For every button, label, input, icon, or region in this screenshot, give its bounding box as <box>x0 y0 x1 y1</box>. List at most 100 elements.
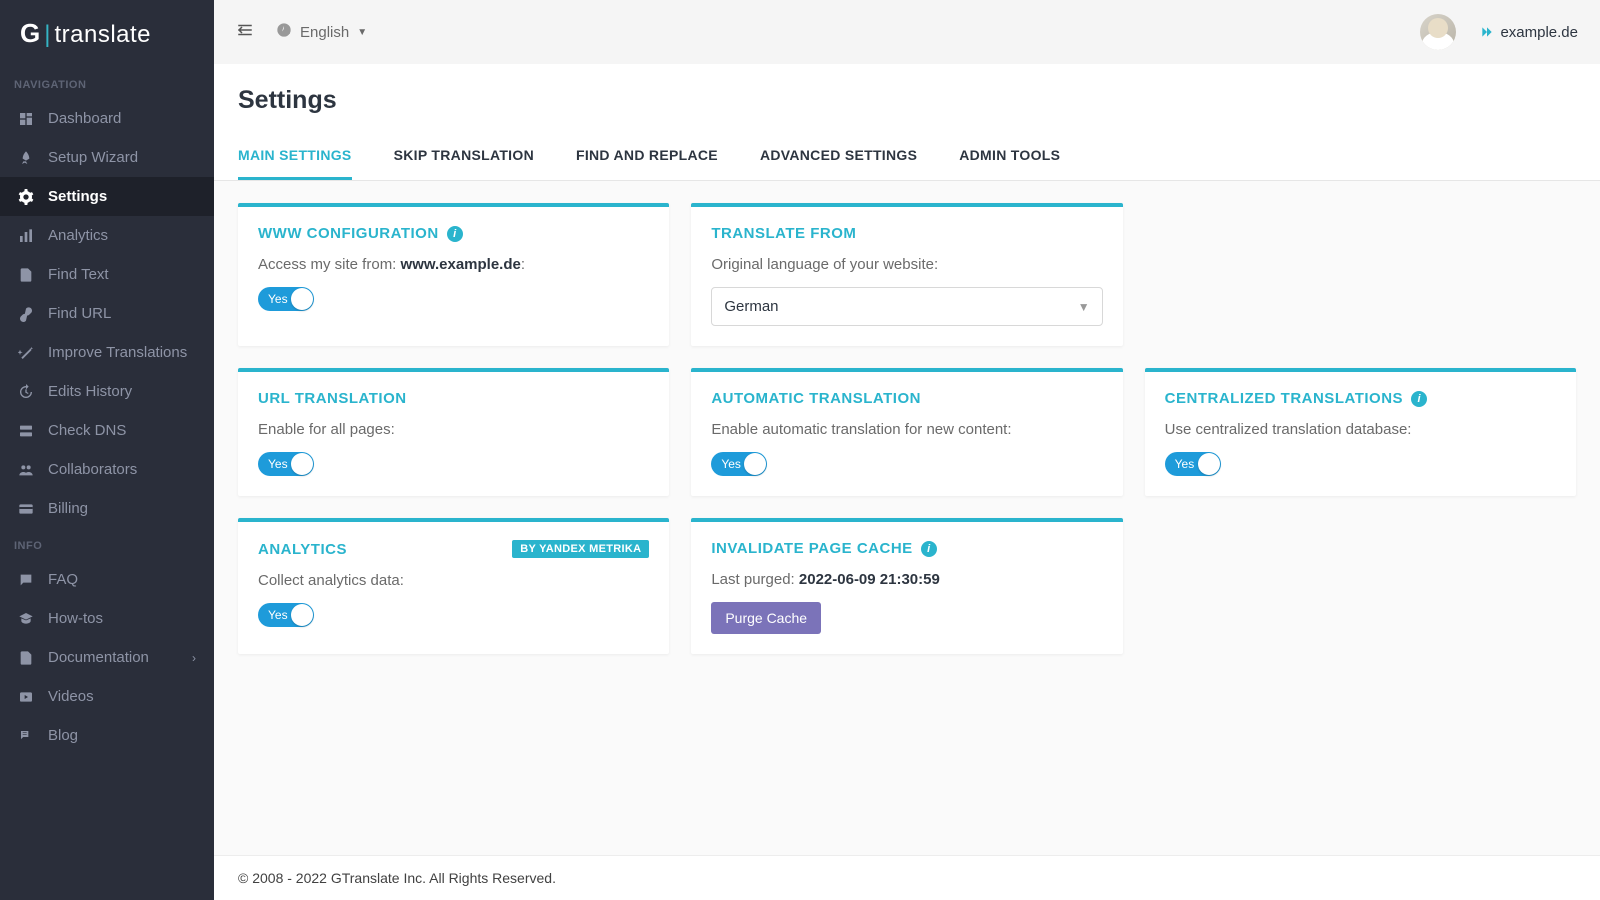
sidebar-item-videos[interactable]: Videos <box>0 677 214 716</box>
sidebar-item-label: Blog <box>48 727 78 744</box>
caret-down-icon: ▼ <box>1078 300 1090 314</box>
wand-icon <box>18 345 34 361</box>
info-icon[interactable]: i <box>447 226 463 242</box>
card-icon <box>18 501 34 517</box>
text-pre: Access my site from: <box>258 256 401 273</box>
sidebar-item-label: Setup Wizard <box>48 149 138 166</box>
tab-find-and-replace[interactable]: FIND AND REPLACE <box>576 131 718 180</box>
toggle-knob <box>291 453 313 475</box>
purge-cache-button[interactable]: Purge Cache <box>711 602 821 634</box>
language-label: English <box>300 24 349 41</box>
language-selector[interactable]: English ▼ <box>276 22 367 42</box>
toggle-knob <box>291 288 313 310</box>
sidebar-item-dashboard[interactable]: Dashboard <box>0 99 214 138</box>
toggle-knob <box>1198 453 1220 475</box>
sidebar-item-documentation[interactable]: Documentation › <box>0 638 214 677</box>
card-title: INVALIDATE PAGE CACHE <box>711 540 912 557</box>
select-value: German <box>724 298 778 315</box>
domain-icon <box>1480 25 1494 39</box>
toggle-label: Yes <box>268 608 288 622</box>
sidebar-item-label: Billing <box>48 500 88 517</box>
toggle-knob <box>744 453 766 475</box>
text-bold: 2022-06-09 21:30:59 <box>799 571 940 588</box>
domain-label[interactable]: example.de <box>1480 24 1578 41</box>
translate-icon <box>276 22 292 42</box>
sidebar-item-collaborators[interactable]: Collaborators <box>0 450 214 489</box>
sidebar-item-label: Collaborators <box>48 461 137 478</box>
tab-main-settings[interactable]: MAIN SETTINGS <box>238 131 352 180</box>
footer: © 2008 - 2022 GTranslate Inc. All Rights… <box>214 855 1600 900</box>
dashboard-icon <box>18 111 34 127</box>
toggle-label: Yes <box>268 457 288 471</box>
sidebar-item-edits-history[interactable]: Edits History <box>0 372 214 411</box>
play-icon <box>18 689 34 705</box>
card-text: Collect analytics data: <box>258 572 649 589</box>
sidebar-item-improve-translations[interactable]: Improve Translations <box>0 333 214 372</box>
bar-chart-icon <box>18 228 34 244</box>
sidebar-item-label: Check DNS <box>48 422 126 439</box>
card-automatic-translation: AUTOMATIC TRANSLATION Enable automatic t… <box>691 368 1122 496</box>
domain-text: example.de <box>1500 24 1578 41</box>
graduation-icon <box>18 611 34 627</box>
sidebar-item-label: Find Text <box>48 266 109 283</box>
collapse-sidebar-button[interactable] <box>236 21 254 44</box>
rocket-icon <box>18 150 34 166</box>
doc-icon <box>18 650 34 666</box>
sidebar-item-label: Videos <box>48 688 94 705</box>
language-select[interactable]: German ▼ <box>711 287 1102 326</box>
sidebar-item-howtos[interactable]: How-tos <box>0 599 214 638</box>
toggle-automatic[interactable]: Yes <box>711 452 767 476</box>
tab-advanced-settings[interactable]: ADVANCED SETTINGS <box>760 131 917 180</box>
main: English ▼ example.de Settings MAIN SETTI… <box>214 0 1600 900</box>
tab-skip-translation[interactable]: SKIP TRANSLATION <box>394 131 534 180</box>
cards-grid: WWW CONFIGURATION i Access my site from:… <box>214 181 1600 855</box>
toggle-url-translation[interactable]: Yes <box>258 452 314 476</box>
card-text: Enable automatic translation for new con… <box>711 421 1102 438</box>
chat-icon <box>18 572 34 588</box>
sidebar-item-settings[interactable]: Settings <box>0 177 214 216</box>
sidebar-item-analytics[interactable]: Analytics <box>0 216 214 255</box>
logo-text: translate <box>54 21 151 49</box>
sidebar: G | translate NAVIGATION Dashboard Setup… <box>0 0 214 900</box>
card-title: WWW CONFIGURATION <box>258 225 439 242</box>
card-title: CENTRALIZED TRANSLATIONS <box>1165 390 1403 407</box>
toggle-www[interactable]: Yes <box>258 287 314 311</box>
sidebar-item-label: Analytics <box>48 227 108 244</box>
card-text: Last purged: 2022-06-09 21:30:59 <box>711 571 1102 588</box>
topbar: English ▼ example.de <box>214 0 1600 64</box>
sidebar-header-navigation: NAVIGATION <box>0 67 214 99</box>
info-icon[interactable]: i <box>921 541 937 557</box>
card-translate-from: TRANSLATE FROM Original language of your… <box>691 203 1122 346</box>
info-icon[interactable]: i <box>1411 391 1427 407</box>
sidebar-item-check-dns[interactable]: Check DNS <box>0 411 214 450</box>
sidebar-item-label: Documentation <box>48 649 149 666</box>
tab-admin-tools[interactable]: ADMIN TOOLS <box>959 131 1060 180</box>
logo[interactable]: G | translate <box>0 0 214 67</box>
sidebar-item-find-text[interactable]: Find Text <box>0 255 214 294</box>
sidebar-item-label: FAQ <box>48 571 78 588</box>
text-bold: www.example.de <box>401 256 521 273</box>
search-file-icon <box>18 267 34 283</box>
blog-icon <box>18 728 34 744</box>
card-analytics: ANALYTICS BY YANDEX METRIKA Collect anal… <box>238 518 669 654</box>
sidebar-item-find-url[interactable]: Find URL <box>0 294 214 333</box>
toggle-analytics[interactable]: Yes <box>258 603 314 627</box>
history-icon <box>18 384 34 400</box>
toggle-label: Yes <box>1175 457 1195 471</box>
toggle-centralized[interactable]: Yes <box>1165 452 1221 476</box>
sidebar-item-blog[interactable]: Blog <box>0 716 214 755</box>
toggle-knob <box>291 604 313 626</box>
sidebar-item-faq[interactable]: FAQ <box>0 560 214 599</box>
avatar[interactable] <box>1420 14 1456 50</box>
sidebar-item-setup-wizard[interactable]: Setup Wizard <box>0 138 214 177</box>
card-www-configuration: WWW CONFIGURATION i Access my site from:… <box>238 203 669 346</box>
sidebar-item-label: Settings <box>48 188 107 205</box>
toggle-label: Yes <box>721 457 741 471</box>
link-icon <box>18 306 34 322</box>
sidebar-item-label: Improve Translations <box>48 344 187 361</box>
page-title: Settings <box>214 64 1600 131</box>
caret-down-icon: ▼ <box>357 27 367 38</box>
card-text: Access my site from: www.example.de: <box>258 256 649 273</box>
toggle-label: Yes <box>268 292 288 306</box>
sidebar-item-billing[interactable]: Billing <box>0 489 214 528</box>
